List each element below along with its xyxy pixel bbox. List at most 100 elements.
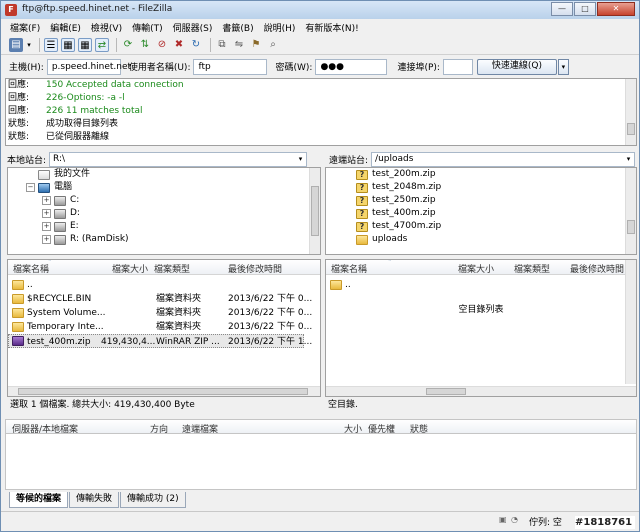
tree-item-label: D: [70,208,80,218]
quickconnect-button[interactable]: 快速連線(Q) [476,58,557,75]
port-input[interactable] [442,58,473,75]
chevron-down-icon[interactable]: ▾ [296,154,305,165]
tab-failed-transfers[interactable]: 傳輸失敗 [69,492,120,508]
menu-server[interactable]: 伺服器(S) [168,19,218,35]
col-type[interactable]: 檔案類型 [514,262,550,275]
log-scrollbar[interactable] [625,79,636,145]
disconnect-icon[interactable]: ✖ [172,38,186,52]
tree-item[interactable]: ? test_200m.zip [356,168,441,181]
tree-item[interactable]: + R: (RamDisk) [14,233,129,246]
file-row[interactable]: .. [326,278,636,292]
scrollbar-thumb[interactable] [18,388,308,395]
tree-item-label: test_2048m.zip [372,182,442,192]
refresh-icon[interactable]: ⟳ [121,38,135,52]
sync-browsing-icon[interactable]: ⇋ [232,38,246,52]
expand-icon[interactable]: + [42,196,51,205]
file-row[interactable]: $RECYCLE.BIN 檔案資料夾 2013/6/22 下午 0... [8,292,320,306]
toggle-log-icon[interactable]: ☰ [44,37,58,52]
quickconnect-dropdown-icon[interactable]: ▾ [557,58,569,75]
local-directory-tree[interactable]: 我的文件 − 電腦 + C: + D: + E: + R: (RamDisk) [7,167,321,255]
expand-icon[interactable]: + [42,222,51,231]
col-name[interactable]: 檔案名稱 [331,262,367,275]
drive-icon [54,221,66,232]
col-size[interactable]: 檔案大小 [458,262,494,275]
file-size: 419,430,4... [101,337,156,347]
file-row[interactable]: Temporary Inte... 檔案資料夾 2013/6/22 下午 0..… [8,320,320,334]
app-window: F ftp@ftp.speed.hinet.net - FileZilla — … [0,0,640,532]
menu-file[interactable]: 檔案(F) [5,19,45,35]
scrollbar-thumb[interactable] [627,123,635,135]
username-input[interactable]: ftp [193,58,268,75]
col-size[interactable]: 檔案大小 [112,262,148,275]
tree-item[interactable]: ? test_250m.zip [356,194,441,207]
folder-icon [12,280,24,290]
tree-item[interactable]: uploads [356,233,441,246]
cancel-operation-icon[interactable]: ⊘ [155,38,169,52]
col-modified[interactable]: 最後修改時間 [570,262,624,275]
expand-icon[interactable]: + [42,235,51,244]
message-log[interactable]: 回應: 150 Accepted data connection 回應: 226-O… [5,78,637,146]
quickconnect-bar: 主機(H): p.speed.hinet.net 使用者名稱(U): ftp 密… [1,56,639,77]
tree-item[interactable]: + C: [14,194,129,207]
tab-successful-transfers[interactable]: 傳輸成功 (2) [120,492,186,508]
col-type[interactable]: 檔案類型 [154,262,190,275]
remote-file-list[interactable]: 檔案名稱 ˆ 檔案大小 檔案類型 最後修改時間 .. 空目錄列表 [325,259,637,397]
chevron-down-icon[interactable]: ▾ [624,154,633,165]
tree-item[interactable]: + D: [14,207,129,220]
search-icon[interactable]: ⌕ [266,38,280,52]
speed-limit-icon[interactable]: ◔ [511,515,518,524]
log-line: 回應: 150 Accepted data connection [6,79,636,92]
menu-new-version[interactable]: 有新版本(N)! [300,19,363,35]
expand-icon[interactable]: + [42,209,51,218]
tree-item[interactable]: ? test_400m.zip [356,207,441,220]
menu-edit[interactable]: 編輯(E) [45,19,86,35]
remote-list-scrollbar[interactable] [625,260,636,384]
col-modified[interactable]: 最後修改時間 [228,262,282,275]
tree-item[interactable]: 我的文件 [14,168,129,181]
menu-transfer[interactable]: 傳輸(T) [127,19,168,35]
minimize-button[interactable]: — [551,2,573,16]
tree-item[interactable]: ? test_4700m.zip [356,220,441,233]
directory-filter-icon[interactable]: ⧉ [215,38,229,52]
site-manager-icon[interactable]: ▤ [9,37,23,52]
file-row[interactable]: .. [8,278,320,292]
file-row[interactable]: System Volume... 檔案資料夾 2013/6/22 下午 0... [8,306,320,320]
tab-queued-files[interactable]: 等候的檔案 [9,492,69,508]
transfer-queue[interactable] [5,434,637,490]
host-input[interactable]: p.speed.hinet.net [46,58,131,75]
scrollbar-thumb[interactable] [311,186,319,236]
remote-list-hscrollbar[interactable] [326,386,636,396]
collapse-icon[interactable]: − [26,183,35,192]
close-button[interactable]: ✕ [597,2,635,16]
toggle-queue-icon[interactable]: ⇄ [95,37,109,52]
dropdown-arrow-icon[interactable]: ▾ [26,38,32,52]
scrollbar-thumb[interactable] [426,388,466,395]
reconnect-icon[interactable]: ↻ [189,38,203,52]
remote-tree-scrollbar[interactable] [625,168,636,254]
compare-icon[interactable]: ⚑ [249,38,263,52]
toggle-remote-tree-icon[interactable]: ▦ [78,37,92,52]
remote-path-input[interactable]: /uploads ▾ [371,151,636,167]
menu-view[interactable]: 檢視(V) [86,19,127,35]
tree-item[interactable]: − 電腦 [14,181,129,194]
remote-directory-tree[interactable]: ? test_200m.zip ? test_2048m.zip ? test_250… [325,167,637,255]
password-input[interactable]: ●●● [315,58,388,75]
file-type: 檔案資料夾 [156,322,202,332]
tree-item-label: E: [70,221,79,231]
local-tree-scrollbar[interactable] [309,168,320,254]
file-row-selected[interactable]: test_400m.zip 419,430,4... WinRAR ZIP ..… [8,334,312,348]
menu-help[interactable]: 說明(H) [259,19,301,35]
scrollbar-thumb[interactable] [627,220,635,234]
tree-item[interactable]: ? test_2048m.zip [356,181,441,194]
local-path-input[interactable]: R:\ ▾ [49,151,308,167]
user-label: 使用者名稱(U): [128,63,191,73]
toggle-local-tree-icon[interactable]: ▦ [61,37,75,52]
local-list-hscrollbar[interactable] [8,386,320,396]
local-file-list[interactable]: 檔案名稱 ˆ 檔案大小 檔案類型 最後修改時間 .. $RECYCLE.BIN … [7,259,321,397]
col-name[interactable]: 檔案名稱 [13,262,49,275]
tree-item-label: test_200m.zip [372,169,436,179]
process-queue-icon[interactable]: ⇅ [138,38,152,52]
menu-bookmarks[interactable]: 書籤(B) [217,19,258,35]
maximize-button[interactable]: □ [574,2,596,16]
tree-item[interactable]: + E: [14,220,129,233]
